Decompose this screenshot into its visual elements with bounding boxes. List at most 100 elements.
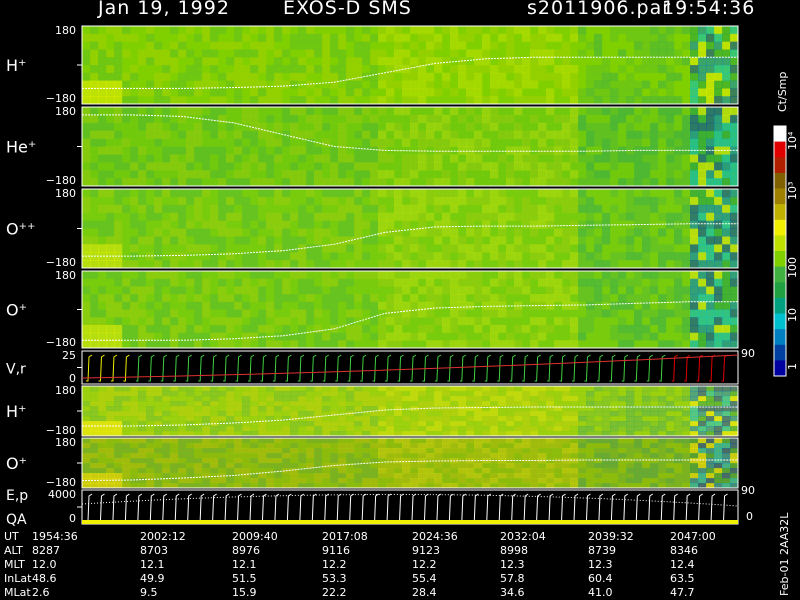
heatmap-cell (98, 162, 107, 171)
heatmap-cell (602, 396, 611, 402)
heatmap-cell (354, 406, 363, 412)
heatmap-cell (346, 406, 355, 412)
heatmap-cell (714, 416, 723, 422)
heatmap-cell (394, 252, 403, 261)
heatmap-cell (178, 463, 187, 469)
heatmap-cell (674, 220, 683, 229)
heatmap-cell (634, 138, 643, 147)
heatmap-cell (194, 33, 203, 43)
heatmap-cell (570, 122, 579, 132)
heatmap-cell (218, 196, 227, 206)
heatmap-cell (178, 421, 187, 427)
heatmap-cell (450, 278, 459, 287)
heatmap-cell (514, 244, 523, 253)
heatmap-cell (578, 473, 587, 479)
heatmap-cell (98, 473, 107, 479)
heatmap-cell (386, 468, 395, 474)
heatmap-cell (530, 317, 539, 326)
heatmap-cell (594, 478, 603, 484)
heatmap-cell (354, 130, 363, 140)
heatmap-cell (338, 426, 347, 432)
heatmap-cell (594, 301, 603, 310)
heatmap-cell (106, 41, 115, 50)
heatmap-cell (658, 138, 667, 147)
heatmap-cell (330, 252, 339, 261)
heatmap-cell (234, 88, 243, 97)
heatmap-cell (378, 138, 387, 147)
heatmap-cell (658, 189, 667, 198)
heatmap-cell (610, 453, 619, 459)
heatmap-cell (706, 473, 715, 479)
heatmap-cell (290, 244, 299, 253)
heatmap-cell (474, 426, 483, 432)
heatmap-cell (434, 401, 443, 407)
heatmap-cell (530, 478, 539, 484)
heatmap-cell (266, 154, 275, 163)
heatmap-cell (322, 189, 331, 198)
heatmap-cell (714, 411, 723, 417)
heatmap-cell (362, 271, 371, 280)
heatmap-cell (578, 406, 587, 412)
heatmap-cell (578, 317, 587, 326)
heatmap-cell (90, 463, 99, 469)
heatmap-cell (522, 72, 531, 82)
heatmap-cell (434, 236, 443, 245)
heatmap-cell (186, 463, 195, 469)
heatmap-cell (122, 421, 131, 427)
heatmap-cell (482, 426, 491, 432)
heatmap-cell (618, 189, 627, 198)
heatmap-cell (562, 260, 571, 269)
heatmap-cell (338, 453, 347, 459)
heatmap-cell (258, 228, 267, 237)
heatmap-cell (186, 220, 195, 229)
heatmap-cell (482, 301, 491, 310)
heatmap-cell (290, 260, 299, 269)
heatmap-cell (498, 386, 507, 392)
heatmap-cell (498, 401, 507, 407)
heatmap-cell (578, 57, 587, 66)
heatmap-cell (706, 228, 715, 237)
heatmap-cell (474, 332, 483, 341)
heatmap-cell (650, 212, 659, 222)
heatmap-cell (514, 443, 523, 449)
heatmap-cell (586, 426, 595, 432)
heatmap-cell (490, 107, 499, 116)
heatmap-cell (410, 309, 419, 318)
heatmap-cell (722, 411, 731, 417)
heatmap-cell (426, 252, 435, 261)
heatmap-cell (674, 332, 683, 341)
heatmap-cell (730, 301, 739, 310)
heatmap-cell (610, 162, 619, 171)
heatmap-cell (250, 178, 259, 187)
heatmap-cell (338, 96, 347, 105)
heatmap-cell (242, 162, 251, 171)
heatmap-cell (530, 468, 539, 474)
heatmap-cell (642, 170, 651, 179)
heatmap-cell (298, 386, 307, 392)
heatmap-cell (370, 453, 379, 459)
heatmap-cell (322, 65, 331, 74)
heatmap-cell (554, 438, 563, 444)
heatmap-cell (626, 189, 635, 198)
heatmap-cell (426, 88, 435, 97)
heatmap-cell (714, 294, 723, 303)
heatmap-cell (602, 401, 611, 407)
heatmap-cell (410, 391, 419, 397)
heatmap-cell (242, 411, 251, 417)
heatmap-cell (274, 301, 283, 310)
heatmap-cell (202, 72, 211, 82)
heatmap-cell (218, 220, 227, 229)
heatmap-cell (226, 26, 235, 35)
heatmap-cell (730, 96, 739, 105)
heatmap-cell (658, 332, 667, 341)
heatmap-cell (698, 301, 707, 310)
heatmap-cell (570, 278, 579, 287)
heatmap-cell (570, 72, 579, 82)
heatmap-cell (722, 189, 731, 198)
heatmap-cell (402, 196, 411, 206)
heatmap-cell (674, 146, 683, 155)
heatmap-cell (282, 146, 291, 155)
heatmap-cell (514, 340, 523, 349)
heatmap-cell (250, 107, 259, 116)
heatmap-cell (218, 212, 227, 222)
